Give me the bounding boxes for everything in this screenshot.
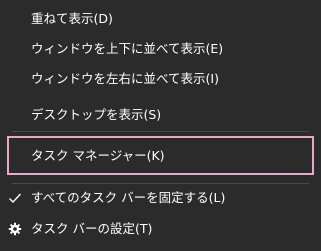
menu-item-label: デスクトップを表示(S) <box>31 107 162 122</box>
menu-item-lock-taskbars[interactable]: すべてのタスク バーを固定する(L) <box>0 183 321 213</box>
gear-icon <box>7 221 23 237</box>
taskbar-context-menu: 重ねて表示(D) ウィンドウを上下に並べて表示(E) ウィンドウを左右に並べて表… <box>0 0 321 251</box>
menu-item-label: ウィンドウを上下に並べて表示(E) <box>31 41 224 56</box>
menu-item-label: 重ねて表示(D) <box>31 11 113 26</box>
check-icon <box>7 190 23 206</box>
menu-item-label: ウィンドウを左右に並べて表示(I) <box>31 71 219 86</box>
menu-item-label: すべてのタスク バーを固定する(L) <box>31 190 226 205</box>
menu-item-show-desktop[interactable]: デスクトップを表示(S) <box>0 100 321 130</box>
menu-item-label: タスク バーの設定(T) <box>31 221 153 236</box>
menu-item-side-by-side-windows[interactable]: ウィンドウを左右に並べて表示(I) <box>0 64 321 94</box>
menu-separator <box>12 131 309 132</box>
menu-item-stack-windows[interactable]: ウィンドウを上下に並べて表示(E) <box>0 34 321 64</box>
menu-item-task-manager[interactable]: タスク マネージャー(K) <box>7 136 314 175</box>
menu-item-cascade-windows[interactable]: 重ねて表示(D) <box>0 4 321 34</box>
menu-item-label: タスク マネージャー(K) <box>31 148 165 163</box>
menu-item-taskbar-settings[interactable]: タスク バーの設定(T) <box>0 214 321 244</box>
